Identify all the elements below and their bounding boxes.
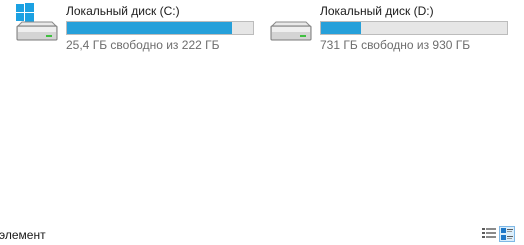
tiles-view-button[interactable] bbox=[499, 226, 515, 242]
hard-drive-icon bbox=[266, 0, 314, 48]
explorer-content-pane: Локальный диск (C:) 25,4 ГБ свободно из … bbox=[0, 0, 524, 245]
tiles-view-icon bbox=[501, 228, 513, 240]
windows-drive-icon bbox=[12, 0, 60, 48]
status-item-count: элемент bbox=[0, 228, 46, 242]
details-view-icon bbox=[482, 228, 496, 238]
drive-name: Локальный диск (D:) bbox=[320, 4, 434, 18]
status-bar: элемент bbox=[0, 223, 524, 245]
drive-info-d: Локальный диск (D:) 731 ГБ свободно из 9… bbox=[320, 0, 516, 52]
usage-bar bbox=[66, 21, 254, 35]
drive-tile-c[interactable]: Локальный диск (C:) 25,4 ГБ свободно из … bbox=[12, 0, 257, 56]
usage-bar-fill bbox=[67, 22, 232, 34]
drive-free-space: 731 ГБ свободно из 930 ГБ bbox=[320, 38, 471, 52]
drive-free-space: 25,4 ГБ свободно из 222 ГБ bbox=[66, 38, 220, 52]
drive-tile-d[interactable]: Локальный диск (D:) 731 ГБ свободно из 9… bbox=[266, 0, 516, 56]
usage-bar-fill bbox=[321, 22, 361, 34]
usage-bar bbox=[320, 21, 508, 35]
drive-name: Локальный диск (C:) bbox=[66, 4, 180, 18]
drive-info-c: Локальный диск (C:) 25,4 ГБ свободно из … bbox=[66, 0, 257, 52]
details-view-button[interactable] bbox=[481, 226, 497, 242]
